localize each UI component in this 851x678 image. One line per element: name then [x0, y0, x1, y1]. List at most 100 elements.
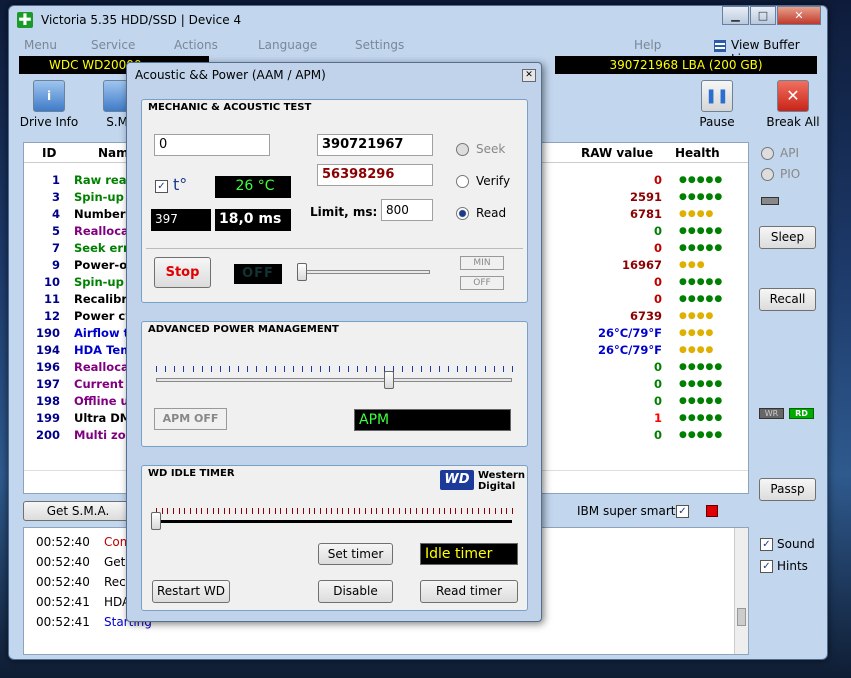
row-raw: 6739 — [629, 309, 662, 323]
recall-button[interactable]: Recall — [759, 288, 816, 311]
pio-label: PIO — [780, 167, 801, 181]
drive-info-button[interactable]: i Drive Info — [19, 80, 79, 129]
restart-wd-button[interactable]: Restart WD — [152, 580, 230, 603]
drive-lba: 390721968 LBA (200 GB) — [555, 56, 817, 74]
row-health: ●●●● — [679, 345, 715, 355]
row-id: 196 — [35, 360, 60, 374]
row-name: Power-on — [74, 258, 130, 272]
read-label: Read — [476, 206, 507, 220]
col-raw: RAW value — [581, 146, 654, 160]
sound-checkbox[interactable]: ✓ — [760, 538, 773, 551]
wd-idle-title: WD IDLE TIMER — [148, 468, 235, 479]
read-radio[interactable] — [456, 207, 469, 220]
dialog-title: Acoustic && Power (AAM / APM) — [135, 68, 326, 82]
row-name: Multi zone — [74, 428, 130, 442]
sleep-button[interactable]: Sleep — [759, 226, 816, 249]
row-name: Seek erro — [74, 241, 130, 255]
hints-checkbox[interactable]: ✓ — [760, 560, 773, 573]
maximize-button[interactable]: □ — [750, 6, 776, 25]
apm-off-button[interactable]: APM OFF — [154, 408, 227, 430]
mech-slider-thumb[interactable] — [297, 263, 307, 281]
scroll-thumb[interactable] — [737, 608, 746, 626]
read-timer-button[interactable]: Read timer — [420, 580, 518, 603]
verify-radio[interactable] — [456, 175, 469, 188]
app-cross-icon: ✚ — [17, 10, 33, 29]
row-name: Spin-up re — [74, 275, 130, 289]
row-health: ●●●●● — [679, 379, 724, 389]
window-title: Victoria 5.35 HDD/SSD | Device 4 — [41, 13, 242, 27]
time-ms-display: 18,0 ms — [215, 209, 291, 231]
row-id: 200 — [35, 428, 60, 442]
api-radio[interactable] — [761, 147, 774, 160]
ibm-super-smart-checkbox[interactable]: ✓ — [676, 505, 689, 518]
row-name: Recalibrat — [74, 292, 130, 306]
row-name: Raw read — [74, 173, 130, 187]
mechanic-title: MECHANIC & ACOUSTIC TEST — [148, 102, 312, 113]
wd-slider-thumb[interactable] — [151, 512, 161, 530]
info-icon: i — [33, 80, 65, 112]
row-health: ●●●● — [679, 209, 715, 219]
log-time: 00:52:41 — [36, 595, 90, 609]
row-raw: 0 — [653, 428, 662, 442]
mech-slider-track — [302, 270, 430, 274]
ibm-super-smart-label: IBM super smart: — [577, 504, 680, 518]
wd-logo-text: Western Digital — [478, 470, 526, 492]
row-health: ●●●●● — [679, 430, 724, 440]
apm-title: ADVANCED POWER MANAGEMENT — [148, 324, 339, 335]
get-smart-button[interactable]: Get S.M.A. — [23, 501, 133, 521]
menu-actions[interactable]: Actions — [174, 38, 218, 52]
apm-slider-thumb[interactable] — [384, 371, 395, 389]
stop-button[interactable]: Stop — [154, 257, 211, 288]
temperature-display: 26 °C — [215, 176, 291, 198]
temperature-checkbox[interactable]: ✓ — [155, 180, 168, 193]
menu-service[interactable]: Service — [91, 38, 135, 52]
pio-radio[interactable] — [761, 168, 774, 181]
verify-label: Verify — [476, 174, 511, 188]
start-lba-field[interactable]: 0 — [154, 134, 270, 156]
log-scrollbar[interactable] — [734, 528, 748, 654]
set-timer-button[interactable]: Set timer — [318, 543, 393, 565]
menu-help[interactable]: Help — [634, 38, 661, 52]
row-raw: 0 — [653, 241, 662, 255]
row-raw: 26°C/79°F — [597, 343, 662, 357]
row-raw: 0 — [653, 394, 662, 408]
minimize-button[interactable]: ▁ — [722, 6, 749, 25]
seek-radio[interactable] — [456, 143, 469, 156]
row-health: ●●●●● — [679, 192, 724, 202]
row-name: Spin-up ti — [74, 190, 130, 204]
row-name: Current p — [74, 377, 130, 391]
row-health: ●●●●● — [679, 362, 724, 372]
row-name: Reallocati — [74, 224, 130, 238]
pause-icon: ❚❚ — [701, 80, 733, 112]
dialog-close-button[interactable]: ✕ — [522, 69, 536, 82]
row-id: 1 — [51, 173, 60, 187]
end-lba-field[interactable]: 390721967 — [317, 134, 433, 156]
row-raw: 2591 — [629, 190, 662, 204]
off-button[interactable]: OFF — [460, 276, 504, 290]
passp-button[interactable]: Passp — [759, 478, 816, 501]
x-stop-icon: ✕ — [777, 80, 809, 112]
view-buffer-icon — [714, 40, 726, 52]
row-health: ●●●●● — [679, 243, 724, 253]
hints-label: Hints — [777, 559, 808, 573]
row-name: Reallocati — [74, 360, 130, 374]
limit-label: Limit, ms: — [310, 205, 378, 219]
current-lba-field: 56398296 — [317, 164, 433, 186]
break-all-button[interactable]: ✕ Break All — [765, 80, 821, 129]
menu-settings[interactable]: Settings — [355, 38, 404, 52]
status-led — [706, 505, 718, 517]
min-button[interactable]: MIN — [460, 256, 504, 270]
row-id: 5 — [51, 224, 60, 238]
menu-menu[interactable]: Menu — [24, 38, 57, 52]
apm-slider-track — [156, 378, 512, 382]
log-time: 00:52:40 — [36, 535, 90, 549]
close-button[interactable]: ✕ — [777, 6, 821, 25]
disable-button[interactable]: Disable — [318, 580, 393, 603]
row-raw: 1 — [653, 411, 662, 425]
limit-field[interactable]: 800 — [381, 199, 433, 221]
row-raw: 0 — [653, 360, 662, 374]
menu-language[interactable]: Language — [258, 38, 317, 52]
pause-button[interactable]: ❚❚ Pause — [695, 80, 739, 129]
row-name: Power cyc — [74, 309, 130, 323]
row-health: ●●●● — [679, 328, 715, 338]
